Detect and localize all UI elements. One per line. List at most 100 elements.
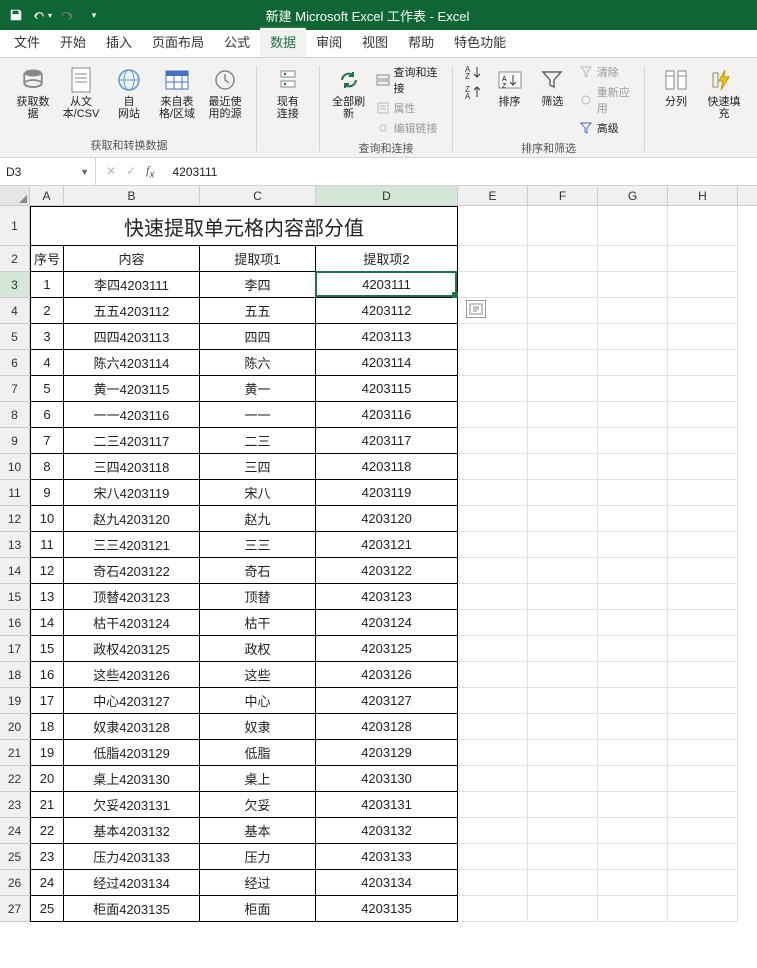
cell-H24[interactable] [668, 818, 738, 844]
cell-F16[interactable] [528, 610, 598, 636]
tab-公式[interactable]: 公式 [214, 26, 260, 57]
save-icon[interactable] [6, 5, 26, 25]
cell-seq-18[interactable]: 16 [30, 662, 64, 688]
cell-G18[interactable] [598, 662, 668, 688]
row-header-22[interactable]: 22 [0, 766, 30, 792]
row-header-10[interactable]: 10 [0, 454, 30, 480]
cell-ext2-10[interactable]: 4203118 [316, 454, 458, 480]
cell-F1[interactable] [528, 206, 598, 246]
cell-G8[interactable] [598, 402, 668, 428]
cell-H8[interactable] [668, 402, 738, 428]
row-header-7[interactable]: 7 [0, 376, 30, 402]
cell-E13[interactable] [458, 532, 528, 558]
col-header-F[interactable]: F [528, 186, 598, 205]
cell-H23[interactable] [668, 792, 738, 818]
cell-G14[interactable] [598, 558, 668, 584]
cell-ext1-24[interactable]: 基本 [200, 818, 316, 844]
cell-ext2-25[interactable]: 4203133 [316, 844, 458, 870]
row-header-13[interactable]: 13 [0, 532, 30, 558]
row-header-11[interactable]: 11 [0, 480, 30, 506]
row-header-19[interactable]: 19 [0, 688, 30, 714]
tab-帮助[interactable]: 帮助 [398, 26, 444, 57]
cell-E21[interactable] [458, 740, 528, 766]
cell-seq-10[interactable]: 8 [30, 454, 64, 480]
cell-H13[interactable] [668, 532, 738, 558]
row-header-12[interactable]: 12 [0, 506, 30, 532]
cell-G7[interactable] [598, 376, 668, 402]
cell-E11[interactable] [458, 480, 528, 506]
cell-G2[interactable] [598, 246, 668, 272]
cell-ext1-9[interactable]: 二三 [200, 428, 316, 454]
cell-seq-15[interactable]: 13 [30, 584, 64, 610]
col-header-E[interactable]: E [458, 186, 528, 205]
cell-E2[interactable] [458, 246, 528, 272]
cell-G4[interactable] [598, 298, 668, 324]
col-header-G[interactable]: G [598, 186, 668, 205]
cell-G3[interactable] [598, 272, 668, 298]
cell-content-9[interactable]: 二三4203117 [64, 428, 200, 454]
filter-button[interactable]: 筛选 [532, 62, 573, 112]
cell-F12[interactable] [528, 506, 598, 532]
cell-ext1-6[interactable]: 陈六 [200, 350, 316, 376]
refresh-all-button[interactable]: 全部刷新 [328, 62, 370, 124]
row-header-8[interactable]: 8 [0, 402, 30, 428]
cell-ext1-20[interactable]: 奴隶 [200, 714, 316, 740]
cell-E20[interactable] [458, 714, 528, 740]
cell-F27[interactable] [528, 896, 598, 922]
row-header-23[interactable]: 23 [0, 792, 30, 818]
cell-E16[interactable] [458, 610, 528, 636]
cell-G23[interactable] [598, 792, 668, 818]
cell-ext1-10[interactable]: 三四 [200, 454, 316, 480]
cell-ext2-16[interactable]: 4203124 [316, 610, 458, 636]
cell-seq-17[interactable]: 15 [30, 636, 64, 662]
cell-content-11[interactable]: 宋八4203119 [64, 480, 200, 506]
cell-H7[interactable] [668, 376, 738, 402]
cell-H14[interactable] [668, 558, 738, 584]
sort-desc-button[interactable]: ZA [461, 82, 487, 102]
cell-content-5[interactable]: 四四4203113 [64, 324, 200, 350]
recent-sources-button[interactable]: 最近使 用的源 [202, 62, 248, 124]
cell-ext2-18[interactable]: 4203126 [316, 662, 458, 688]
cell-content-24[interactable]: 基本4203132 [64, 818, 200, 844]
cell-H3[interactable] [668, 272, 738, 298]
cell-ext2-11[interactable]: 4203119 [316, 480, 458, 506]
cell-H21[interactable] [668, 740, 738, 766]
cell-G24[interactable] [598, 818, 668, 844]
cell-seq-13[interactable]: 11 [30, 532, 64, 558]
cell-seq-4[interactable]: 2 [30, 298, 64, 324]
cell-H17[interactable] [668, 636, 738, 662]
advanced-filter-button[interactable]: 高级 [575, 118, 636, 138]
cell-G5[interactable] [598, 324, 668, 350]
row-header-6[interactable]: 6 [0, 350, 30, 376]
row-header-18[interactable]: 18 [0, 662, 30, 688]
cell-ext1-4[interactable]: 五五 [200, 298, 316, 324]
cell-F21[interactable] [528, 740, 598, 766]
cell-F9[interactable] [528, 428, 598, 454]
formula-input[interactable]: 4203111 [164, 165, 757, 179]
cell-seq-24[interactable]: 22 [30, 818, 64, 844]
cell-seq-9[interactable]: 7 [30, 428, 64, 454]
cell-H5[interactable] [668, 324, 738, 350]
cell-content-14[interactable]: 奇石4203122 [64, 558, 200, 584]
enter-icon[interactable]: ✓ [126, 164, 136, 178]
row-header-14[interactable]: 14 [0, 558, 30, 584]
cell-seq-7[interactable]: 5 [30, 376, 64, 402]
cell-ext2-3[interactable]: 4203111 [316, 272, 458, 298]
cell-F23[interactable] [528, 792, 598, 818]
cell-F14[interactable] [528, 558, 598, 584]
cell-content-22[interactable]: 桌上4203130 [64, 766, 200, 792]
cell-ext1-3[interactable]: 李四 [200, 272, 316, 298]
cell-seq-11[interactable]: 9 [30, 480, 64, 506]
tab-插入[interactable]: 插入 [96, 26, 142, 57]
col-header-D[interactable]: D [316, 186, 458, 205]
queries-connections-button[interactable]: 查询和连接 [372, 62, 445, 98]
cell-content-3[interactable]: 李四4203111 [64, 272, 200, 298]
col-header-C[interactable]: C [200, 186, 316, 205]
cell-seq-3[interactable]: 1 [30, 272, 64, 298]
cell-ext1-16[interactable]: 枯干 [200, 610, 316, 636]
row-header-3[interactable]: 3 [0, 272, 30, 298]
cell-E7[interactable] [458, 376, 528, 402]
cell-content-10[interactable]: 三四4203118 [64, 454, 200, 480]
cell-E10[interactable] [458, 454, 528, 480]
cell-ext2-8[interactable]: 4203116 [316, 402, 458, 428]
